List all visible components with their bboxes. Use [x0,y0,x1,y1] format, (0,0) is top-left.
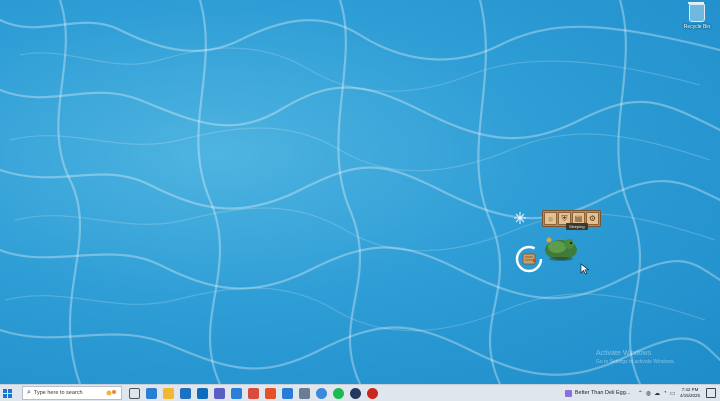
brave-icon[interactable] [265,387,276,399]
clock[interactable]: 7:42 PM 4/15/2025 [680,387,700,399]
clock-date: 4/15/2025 [679,393,700,398]
app-icon[interactable] [299,387,310,399]
pet-status-label: Sleeping [566,223,588,230]
notification-text: Better Than Deli Egg... [574,390,631,396]
windows-logo-icon [2,388,12,398]
steam-icon[interactable] [350,387,361,399]
sparkle-icon [514,212,526,224]
volume-icon[interactable]: ◔ [663,390,667,396]
chevron-up-icon[interactable]: ⌃ [638,390,643,397]
watermark-title: Activate Windows [596,350,652,357]
desktop-background: Recycle Bin ☼ ⛨ ▤ ⚙ Sleeping Activate Wi… [0,0,720,384]
store-icon[interactable] [180,387,191,399]
search-icon: ⌕ [27,389,31,396]
loading-spinner-icon [515,245,543,273]
notifications-button[interactable] [706,388,716,398]
activation-watermark: Activate Windows Go to Settings to activ… [596,350,675,365]
pet-character[interactable] [543,234,579,262]
notification-chip[interactable]: Better Than Deli Egg... [564,389,631,397]
recycle-bin-label: Recycle Bin [683,24,711,30]
file-explorer-icon[interactable] [163,387,174,399]
search-highlight-icon [106,390,116,396]
spotify-icon[interactable] [333,387,344,399]
outlook-icon[interactable] [197,387,208,399]
pet-app-icon[interactable] [367,387,378,399]
media-icon[interactable] [248,387,259,399]
gear-icon[interactable]: ⚙ [586,212,599,225]
taskbar-apps [126,387,381,399]
chrome-icon[interactable] [316,387,327,399]
start-button[interactable] [0,385,14,401]
taskbar: ⌕ Type here to search Better Than Deli E… [0,384,720,401]
search-box[interactable]: ⌕ Type here to search [22,386,122,400]
notification-app-icon [564,389,572,397]
photos-icon[interactable] [231,387,242,399]
trash-bin-icon [688,2,705,22]
recycle-bin-icon[interactable]: Recycle Bin [680,2,714,30]
water-caustics [0,0,720,384]
edge-icon[interactable] [146,387,157,399]
keyboard-icon[interactable]: ▭ [670,390,676,397]
watermark-subtitle: Go to Settings to activate Windows. [596,359,675,365]
search-placeholder: Type here to search [33,390,83,396]
teams-icon[interactable] [214,387,225,399]
bulb-icon[interactable]: ☼ [544,212,557,225]
cloud-icon[interactable]: ☁ [654,390,660,397]
mouse-cursor-icon [580,263,590,275]
system-tray: ⌃ ◍ ☁ ◔ ▭ [636,390,677,397]
network-icon[interactable]: ◍ [646,390,651,397]
vscode-icon[interactable] [282,387,293,399]
task-view-icon[interactable] [129,387,140,399]
